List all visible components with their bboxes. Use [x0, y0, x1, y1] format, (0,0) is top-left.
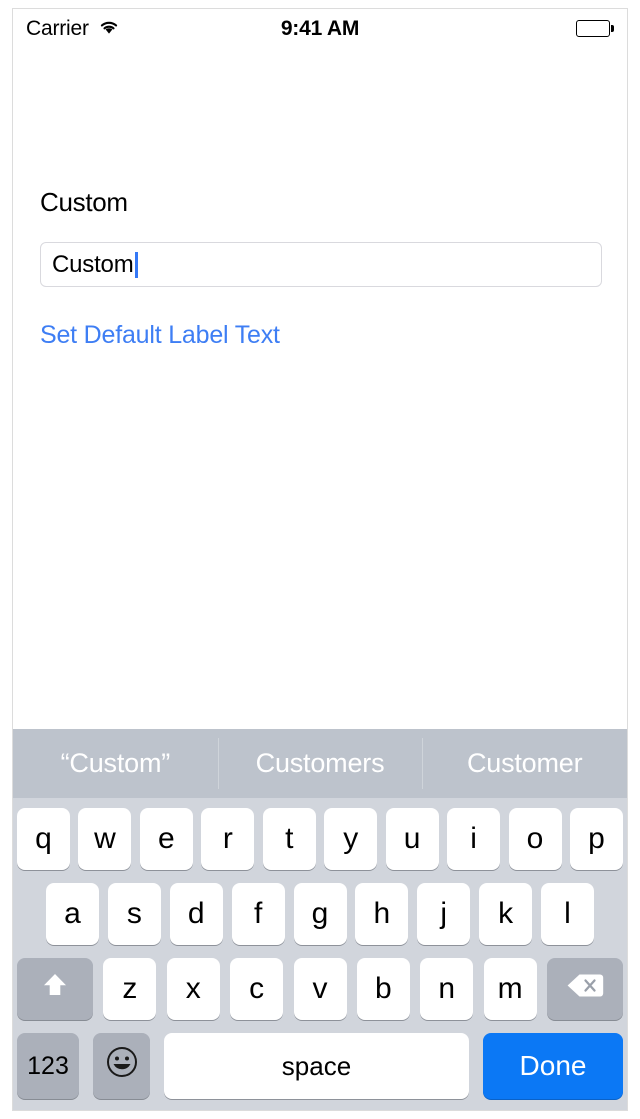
- numeric-mode-key[interactable]: 123: [17, 1033, 79, 1099]
- backspace-icon: [566, 972, 604, 1007]
- emoji-key[interactable]: [93, 1033, 150, 1099]
- key-m[interactable]: m: [483, 958, 537, 1020]
- suggestion-item-1[interactable]: Customers: [217, 729, 423, 798]
- key-u[interactable]: u: [385, 808, 439, 870]
- key-i[interactable]: i: [447, 808, 501, 870]
- key-o[interactable]: o: [508, 808, 562, 870]
- status-bar-time: 9:41 AM: [280, 17, 360, 40]
- key-r[interactable]: r: [201, 808, 255, 870]
- space-key[interactable]: space: [164, 1033, 469, 1099]
- key-z[interactable]: z: [103, 958, 157, 1020]
- keyboard-row-3: z x c v b n m: [13, 958, 627, 1020]
- key-e[interactable]: e: [139, 808, 193, 870]
- device-screen: Carrier 9:41 AM Custom Custom Set Defaul…: [12, 8, 628, 1111]
- text-field-value: Custom: [52, 250, 134, 278]
- keyboard-row-4: 123 space Done: [13, 1033, 627, 1099]
- backspace-key[interactable]: [547, 958, 623, 1020]
- suggestion-item-2[interactable]: Customer: [422, 729, 627, 798]
- suggestion-item-0[interactable]: “Custom”: [13, 729, 218, 798]
- text-caret: [134, 251, 138, 278]
- key-c[interactable]: c: [230, 958, 284, 1020]
- key-b[interactable]: b: [356, 958, 410, 1020]
- key-h[interactable]: h: [355, 883, 409, 945]
- key-w[interactable]: w: [78, 808, 132, 870]
- key-n[interactable]: n: [420, 958, 474, 1020]
- battery-full-icon: [576, 20, 610, 38]
- key-t[interactable]: t: [262, 808, 316, 870]
- key-g[interactable]: g: [293, 883, 347, 945]
- section-label: Custom: [40, 187, 128, 217]
- key-a[interactable]: a: [46, 883, 99, 945]
- key-y[interactable]: y: [324, 808, 378, 870]
- key-f[interactable]: f: [231, 883, 285, 945]
- key-q[interactable]: q: [17, 808, 70, 870]
- key-j[interactable]: j: [417, 883, 471, 945]
- shift-icon: [40, 970, 70, 1008]
- key-p[interactable]: p: [569, 808, 623, 870]
- autocorrect-suggestion-bar: “Custom” Customers Customer: [13, 729, 627, 798]
- key-s[interactable]: s: [107, 883, 161, 945]
- key-d[interactable]: d: [169, 883, 223, 945]
- status-bar: Carrier 9:41 AM: [13, 9, 627, 51]
- key-l[interactable]: l: [541, 883, 594, 945]
- custom-text-field[interactable]: Custom: [40, 242, 602, 287]
- keyboard-row-2: a s d f g h j k l: [13, 883, 627, 945]
- keyboard: “Custom” Customers Customer q w e r t y …: [13, 729, 627, 1110]
- keyboard-keys: q w e r t y u i o p a s d f g h j k l z …: [13, 798, 627, 1110]
- key-k[interactable]: k: [479, 883, 533, 945]
- key-v[interactable]: v: [293, 958, 347, 1020]
- shift-key[interactable]: [17, 958, 93, 1020]
- content-area: Custom Custom Set Default Label Text: [13, 51, 627, 684]
- emoji-icon: [105, 1045, 139, 1087]
- key-x[interactable]: x: [166, 958, 220, 1020]
- set-default-label-text-button[interactable]: Set Default Label Text: [40, 321, 280, 350]
- keyboard-row-1: q w e r t y u i o p: [13, 808, 627, 870]
- status-bar-right: [576, 20, 614, 38]
- return-key[interactable]: Done: [483, 1033, 623, 1099]
